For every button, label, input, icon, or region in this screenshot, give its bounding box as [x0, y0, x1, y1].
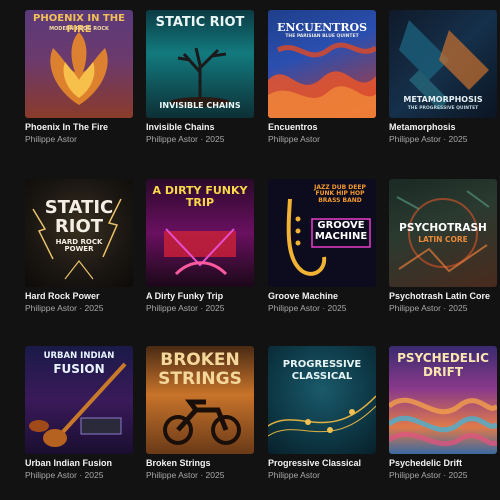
- cover-title: STATIC RIOT: [44, 197, 114, 237]
- album-subtitle: Philippe Astor · 2025: [268, 303, 347, 313]
- cover-subtitle: HARD ROCK POWER: [55, 238, 103, 254]
- album-title[interactable]: Progressive Classical: [268, 458, 380, 468]
- album-subtitle: Philippe Astor · 2025: [389, 470, 468, 480]
- cover-subtitle: STRINGS: [158, 369, 242, 389]
- cover-title: PROGRESSIVE: [282, 359, 362, 370]
- album-cover[interactable]: PROGRESSIVE CLASSICAL: [268, 346, 376, 454]
- album-cover[interactable]: URBAN INDIAN FUSION: [25, 346, 133, 454]
- album-cover[interactable]: PHOENIX IN THE FIRE MODERN PROG ROCK: [25, 10, 133, 118]
- cover-title: PSYCHEDELIC: [397, 351, 489, 365]
- album-title[interactable]: Psychotrash Latin Core: [389, 291, 500, 301]
- cover-subtitle: THE PROGRESSIVE QUINTET: [407, 106, 479, 111]
- album-grid: PHOENIX IN THE FIRE MODERN PROG ROCK Pho…: [0, 0, 500, 500]
- album-subtitle: Philippe Astor: [268, 134, 320, 144]
- album-cover[interactable]: STATIC RIOT HARD ROCK POWER: [25, 179, 133, 287]
- cover-title: PSYCHOTRASH: [399, 222, 487, 234]
- cover-subtitle: LATIN CORE: [418, 235, 468, 244]
- cover-title: METAMORPHOSIS: [403, 95, 483, 104]
- album-title[interactable]: Hard Rock Power: [25, 291, 137, 301]
- album-cover[interactable]: A DIRTY FUNKY TRIP: [146, 179, 254, 287]
- album-cover[interactable]: PSYCHEDELIC DRIFT: [389, 346, 497, 454]
- album-cover[interactable]: BROKEN STRINGS: [146, 346, 254, 454]
- cover-subtitle: INVISIBLE CHAINS: [159, 101, 241, 110]
- album-subtitle: Philippe Astor · 2025: [146, 470, 225, 480]
- album-title[interactable]: Groove Machine: [268, 291, 380, 301]
- cover-title: A DIRTY FUNKY TRIP: [152, 184, 248, 209]
- album-cover[interactable]: PSYCHOTRASH LATIN CORE: [389, 179, 497, 287]
- album-title[interactable]: Encuentros: [268, 122, 380, 132]
- album-subtitle: Philippe Astor: [268, 470, 320, 480]
- album-subtitle: Philippe Astor · 2025: [25, 303, 104, 313]
- cover-subtitle: JAZZ DUB DEEP FUNK HIP HOP BRASS BAND: [314, 184, 366, 204]
- album-title[interactable]: Broken Strings: [146, 458, 258, 468]
- album-subtitle: Philippe Astor · 2025: [389, 134, 468, 144]
- cover-subtitle: MODERN PROG ROCK: [49, 26, 109, 32]
- album-cover[interactable]: GROOVE MACHINE JAZZ DUB DEEP FUNK HIP HO…: [268, 179, 376, 287]
- album-title[interactable]: Urban Indian Fusion: [25, 458, 137, 468]
- cover-subtitle: THE PARISIAN BLUE QUINTET: [285, 34, 359, 39]
- album-title[interactable]: Invisible Chains: [146, 122, 258, 132]
- cover-title: ENCUENTROS: [276, 21, 368, 34]
- cover-subtitle: FUSION: [53, 362, 105, 376]
- album-cover[interactable]: METAMORPHOSIS THE PROGRESSIVE QUINTET: [389, 10, 497, 118]
- album-title[interactable]: A Dirty Funky Trip: [146, 291, 258, 301]
- album-subtitle: Philippe Astor · 2025: [146, 303, 225, 313]
- cover-title: GROOVE MACHINE: [314, 220, 368, 242]
- album-title[interactable]: Phoenix In The Fire: [25, 122, 137, 132]
- album-subtitle: Philippe Astor · 2025: [25, 470, 104, 480]
- cover-title: STATIC RIOT: [155, 15, 245, 30]
- album-title[interactable]: Metamorphosis: [389, 122, 500, 132]
- cover-title: BROKEN: [160, 350, 240, 370]
- album-subtitle: Philippe Astor: [25, 134, 77, 144]
- album-cover[interactable]: STATIC RIOT INVISIBLE CHAINS: [146, 10, 254, 118]
- album-cover[interactable]: ENCUENTROS THE PARISIAN BLUE QUINTET: [268, 10, 376, 118]
- cover-subtitle: DRIFT: [422, 365, 464, 379]
- album-title[interactable]: Psychedelic Drift: [389, 458, 500, 468]
- cover-subtitle: CLASSICAL: [291, 371, 353, 382]
- cover-title: URBAN INDIAN: [43, 351, 115, 361]
- album-subtitle: Philippe Astor · 2025: [389, 303, 468, 313]
- album-subtitle: Philippe Astor · 2025: [146, 134, 225, 144]
